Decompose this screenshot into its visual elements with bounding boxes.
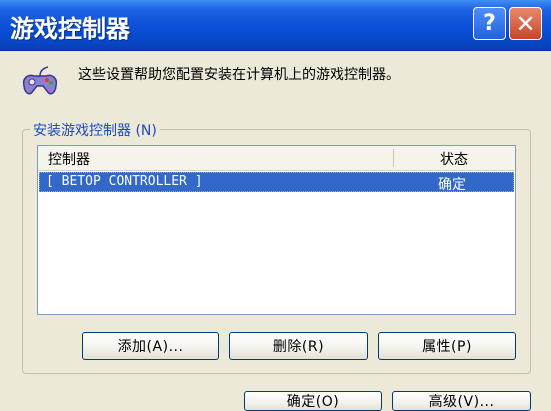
controller-list[interactable]: 控制器 状态 [ BETOP CONTROLLER ] 确定: [37, 145, 516, 315]
controller-name: [ BETOP CONTROLLER ]: [46, 174, 203, 189]
list-item[interactable]: [ BETOP CONTROLLER ] 确定: [39, 172, 514, 193]
column-header-controller[interactable]: 控制器: [48, 149, 90, 169]
list-header: 控制器 状态: [38, 146, 515, 171]
window-title: 游戏控制器: [10, 15, 130, 43]
column-header-status[interactable]: 状态: [440, 149, 468, 169]
remove-button[interactable]: 删除(R): [229, 332, 368, 360]
help-button[interactable]: ?: [473, 7, 506, 40]
controller-status: 确定: [438, 177, 466, 193]
group-title: 安装游戏控制器 (N): [30, 120, 160, 140]
intro-text: 这些设置帮助您配置安装在计算机上的游戏控制器。: [78, 67, 400, 83]
add-button[interactable]: 添加(A)...: [82, 332, 219, 360]
properties-button[interactable]: 属性(P): [378, 332, 516, 360]
title-bar[interactable]: 游戏控制器 ? ✕: [0, 0, 551, 51]
advanced-button[interactable]: 高级(V)...: [392, 391, 531, 411]
ok-button[interactable]: 确定(O): [244, 391, 382, 411]
column-separator[interactable]: [393, 149, 394, 167]
gamepad-icon: [22, 66, 58, 95]
close-button[interactable]: ✕: [509, 7, 542, 40]
